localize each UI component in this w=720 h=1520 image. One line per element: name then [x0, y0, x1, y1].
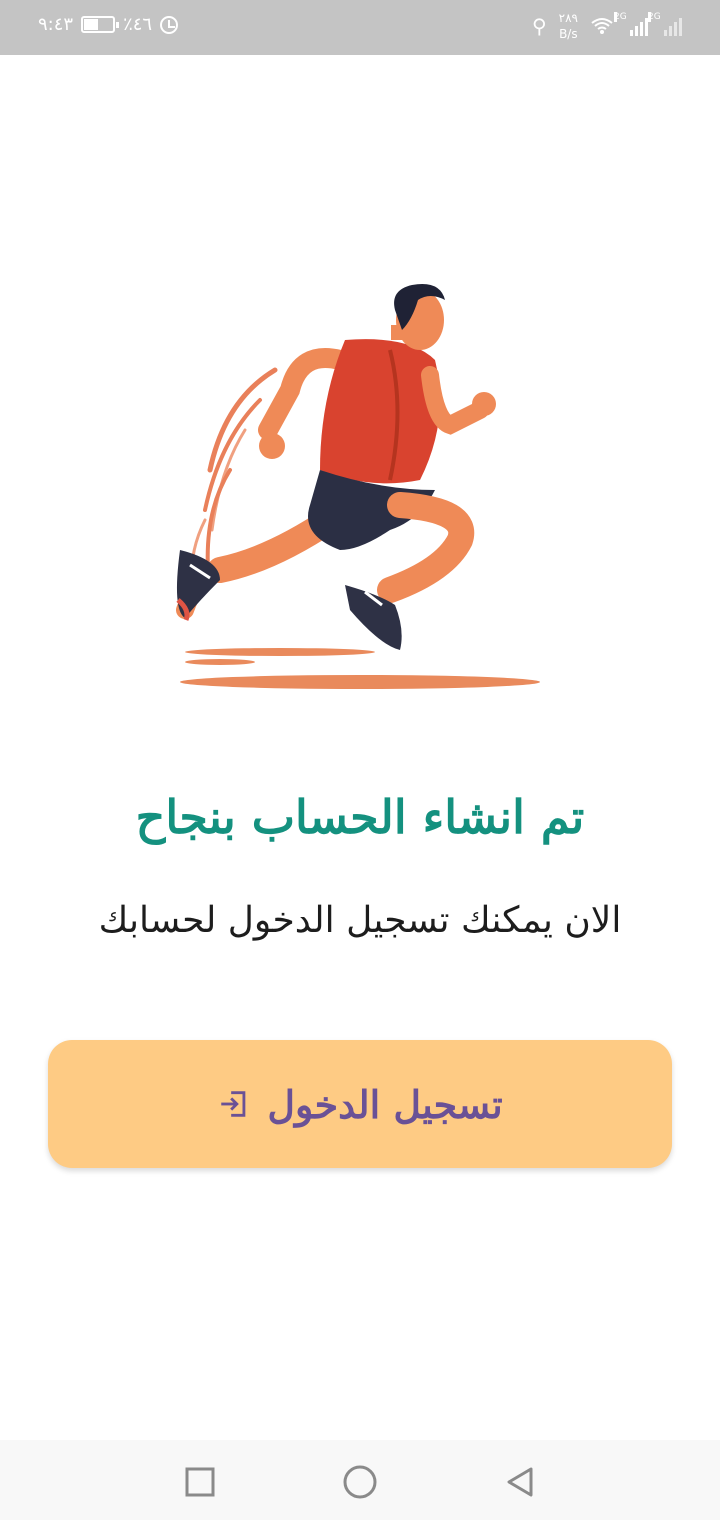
sim2-label: 2G: [648, 12, 661, 22]
signal-sim2-icon: 2G: [648, 12, 682, 36]
home-button[interactable]: [340, 1462, 380, 1502]
signal-sim1-icon: 2G: [614, 12, 648, 36]
login-icon: [221, 1091, 246, 1117]
navigation-bar: [0, 1440, 720, 1520]
network-speed: ٢٨٩ B/s: [559, 10, 578, 42]
network-speed-value: ٢٨٩: [558, 11, 578, 25]
circle-icon: [343, 1465, 377, 1499]
sim1-label: 2G: [614, 12, 627, 22]
battery-percent: ٪٤٦: [123, 14, 153, 35]
status-left: ٩:٤٣ ٪٤٦: [38, 14, 179, 35]
back-button[interactable]: [500, 1462, 540, 1502]
square-icon: [185, 1467, 215, 1497]
triangle-icon: [507, 1467, 533, 1497]
usb-icon: ⚲: [532, 14, 547, 38]
login-button-label: تسجيل الدخول: [267, 1081, 503, 1127]
clock: ٩:٤٣: [38, 14, 74, 35]
network-speed-unit: B/s: [559, 27, 578, 41]
battery-icon: [81, 16, 120, 33]
status-bar: ٩:٤٣ ٪٤٦ ⚲ ٢٨٩ B/s 2G 2G: [0, 0, 720, 55]
running-man-illustration: [176, 284, 540, 689]
login-button[interactable]: تسجيل الدخول: [48, 1040, 672, 1168]
page-subtitle: الان يمكنك تسجيل الدخول لحسابك: [98, 900, 622, 941]
recent-apps-button[interactable]: [180, 1462, 220, 1502]
status-right: ⚲ ٢٨٩ B/s 2G 2G: [532, 10, 682, 42]
alarm-icon: [160, 15, 179, 34]
page-title: تم انشاء الحساب بنجاح: [135, 790, 585, 844]
wifi-icon: [591, 18, 613, 34]
